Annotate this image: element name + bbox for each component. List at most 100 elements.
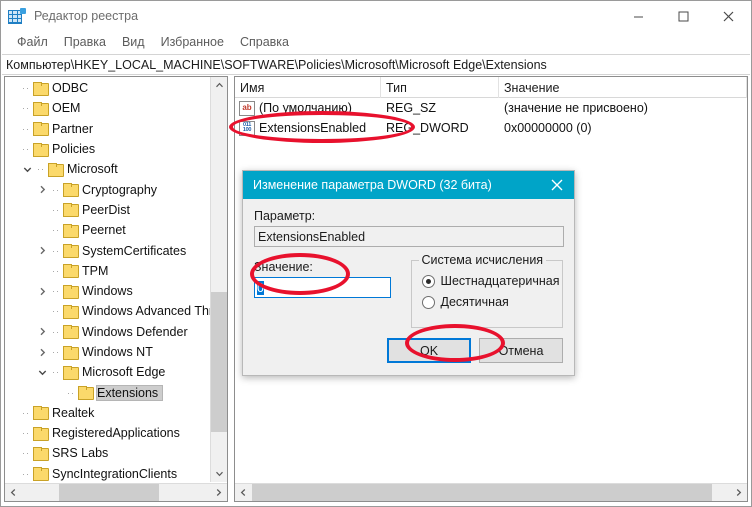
column-header[interactable]: Значение [499,77,747,98]
cancel-button[interactable]: Отмена [479,338,563,363]
tree-item[interactable]: ·· Windows Advanced Threa [5,301,211,321]
value-label: Значение: [254,260,313,274]
maximize-button[interactable] [661,1,706,31]
column-header[interactable]: Тип [381,77,499,98]
table-row[interactable]: 011 100 ExtensionsEnabled REG_DWORD 0x000000… [235,118,747,138]
chevron-right-icon[interactable] [35,246,49,255]
table-row[interactable]: ab (По умолчанию) REG_SZ (значение не присв… [235,98,747,118]
tree-item-label: ODBC [52,81,89,96]
folder-icon [63,223,79,238]
tree-item[interactable]: ·· TPM [5,261,211,281]
tree-item[interactable]: ·· Cryptography [5,179,211,199]
tree-item[interactable]: ·· SRS Labs [5,443,211,463]
menu-bar: Файл Правка Вид Избранное Справка [1,31,751,53]
tree-item[interactable]: ·· ODBC [5,78,211,98]
tree-item-label: SRS Labs [52,446,109,461]
menu-view[interactable]: Вид [114,33,153,51]
folder-icon [33,446,49,461]
tree-connector: ·· [22,123,30,134]
list-hscroll-thumb[interactable] [252,484,712,501]
dialog-title: Изменение параметра DWORD (32 бита) [253,178,492,192]
minimize-button[interactable] [616,1,661,31]
folder-icon [33,122,49,137]
folder-icon [33,101,49,116]
registry-values-list[interactable]: ab (По умолчанию) REG_SZ (значение не присв… [235,98,747,138]
menu-edit[interactable]: Правка [56,33,114,51]
tree-item[interactable]: ·· Partner [5,119,211,139]
folder-icon [63,183,79,198]
ok-button[interactable]: OK [387,338,471,363]
tree-item[interactable]: ·· Microsoft Edge [5,362,211,382]
scroll-left-icon[interactable] [235,484,252,502]
chevron-right-icon[interactable] [35,287,49,296]
close-icon[interactable] [706,1,751,31]
value-type-cell: REG_SZ [386,101,437,115]
chevron-right-icon[interactable] [35,348,49,357]
tree-connector: ·· [52,204,60,215]
tree-horizontal-scrollbar[interactable] [5,483,227,501]
value-data-cell: 0x00000000 (0) [504,121,592,135]
menu-help[interactable]: Справка [232,33,297,51]
tree-item[interactable]: ·· Windows [5,281,211,301]
tree-item-label: Windows Defender [82,324,188,339]
tree-connector: ·· [37,164,45,175]
tree-connector: ·· [22,407,30,418]
menu-file[interactable]: Файл [9,33,56,51]
radio-decimal[interactable]: Десятичная [421,295,562,309]
tree-connector: ·· [22,103,30,114]
tree-connector: ·· [22,468,30,479]
scroll-left-icon[interactable] [5,484,22,502]
dialog-body: Параметр: ExtensionsEnabled Значение: 0 … [243,199,574,328]
tree-item[interactable]: ·· Peernet [5,220,211,240]
value-input[interactable]: 0 [254,277,391,298]
tree-connector: ·· [22,144,30,155]
menu-favorites[interactable]: Избранное [153,33,232,51]
window-title: Редактор реестра [34,9,139,23]
tree-item-label: OEM [52,101,81,116]
registry-editor-window: Редактор реестра Файл Правка Вид Избранн… [0,0,752,507]
tree-item-label: TPM [82,263,109,278]
list-horizontal-scrollbar[interactable] [235,483,747,501]
dialog-close-icon[interactable] [540,171,574,199]
tree-item-label: Partner [52,121,93,136]
tree-item[interactable]: ·· Realtek [5,403,211,423]
tree-item[interactable]: ·· OEM [5,98,211,118]
tree-item[interactable]: ·· PeerDist [5,200,211,220]
tree-connector: ·· [52,347,60,357]
scroll-up-icon[interactable] [211,77,227,94]
edit-dword-dialog: Изменение параметра DWORD (32 бита) Пара… [242,170,575,376]
tree-item[interactable]: ·· Windows NT [5,342,211,362]
tree-vertical-scrollbar[interactable] [210,77,227,482]
chevron-down-icon[interactable] [20,165,34,174]
tree-item-label: RegisteredApplications [52,426,180,441]
window-controls [616,1,751,31]
radio-hexadecimal[interactable]: Шестнадцатеричная [421,274,562,288]
scroll-right-icon[interactable] [730,484,747,502]
tree-item[interactable]: ·· SyncIntegrationClients [5,464,211,482]
scroll-down-icon[interactable] [211,465,227,482]
tree-item[interactable]: ·· Windows Defender [5,322,211,342]
folder-icon [78,386,94,401]
tree-item[interactable]: ·· SystemCertificates [5,240,211,260]
folder-icon [33,426,49,441]
param-name-field[interactable]: ExtensionsEnabled [254,226,564,247]
scroll-right-icon[interactable] [210,484,227,502]
tree-item-label: Policies [52,142,96,157]
registry-tree[interactable]: ·· ODBC ·· OEM ·· Partner ·· Policies ·· Microsof… [5,77,211,482]
chevron-down-icon[interactable] [35,368,49,377]
registry-tree-panel: ·· ODBC ·· OEM ·· Partner ·· Policies ·· Microsof… [4,76,228,502]
tree-hscroll-thumb[interactable] [59,484,159,501]
folder-icon [48,162,64,177]
chevron-right-icon[interactable] [35,185,49,194]
tree-item-label: Extensions [95,384,164,401]
column-header[interactable]: Имя [235,77,381,98]
tree-connector: ·· [22,448,30,459]
tree-item[interactable]: ·· Extensions [5,382,211,402]
chevron-right-icon[interactable] [35,327,49,336]
tree-item[interactable]: ·· Microsoft [5,159,211,179]
tree-vscroll-thumb[interactable] [211,292,227,432]
value-name-cell: 011 100 ExtensionsEnabled [235,120,381,136]
tree-item[interactable]: ·· RegisteredApplications [5,423,211,443]
address-bar[interactable]: Компьютер\HKEY_LOCAL_MACHINE\SOFTWARE\Po… [2,54,750,75]
tree-item[interactable]: ·· Policies [5,139,211,159]
